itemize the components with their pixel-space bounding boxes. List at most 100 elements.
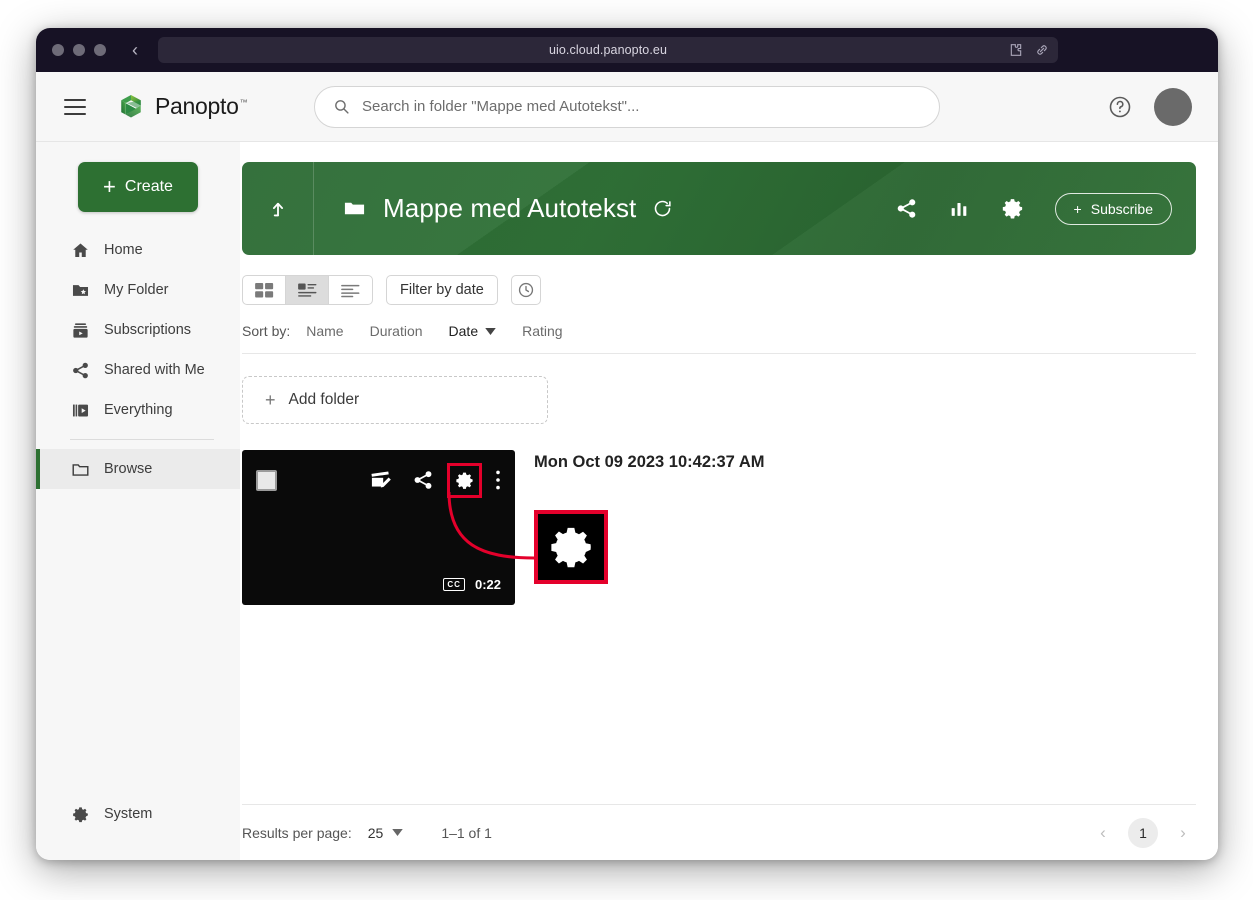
results-per-page-select[interactable]: 25 (368, 825, 404, 841)
bar-chart-icon[interactable] (948, 198, 970, 220)
more-options-icon[interactable] (495, 469, 501, 491)
results-per-page-label: Results per page: (242, 824, 352, 841)
plus-icon: + (1073, 200, 1082, 217)
add-folder-label: Add folder (288, 391, 360, 408)
search-box[interactable] (314, 85, 940, 128)
video-duration: 0:22 (474, 577, 501, 592)
sidebar-item-everything[interactable]: Everything (36, 390, 240, 430)
plus-icon: + (103, 174, 116, 199)
sort-bar: Sort by: Name Duration Date Rating (242, 323, 1196, 354)
folder-star-icon (70, 281, 90, 300)
closed-captions-badge: CC (443, 578, 465, 591)
video-select-checkbox[interactable] (256, 470, 277, 491)
help-circle-icon[interactable] (1108, 95, 1132, 119)
create-button-label: Create (124, 178, 173, 195)
page-number-1[interactable]: 1 (1128, 817, 1158, 848)
plus-icon: + (265, 390, 276, 410)
filter-by-date-label: Filter by date (400, 282, 484, 298)
panopto-wordmark: Panopto™ (155, 93, 248, 119)
create-button[interactable]: + Create (78, 162, 198, 212)
maximize-window-button[interactable] (94, 44, 106, 56)
results-range: 1–1 of 1 (441, 824, 492, 841)
sort-option-rating[interactable]: Rating (522, 323, 562, 339)
home-icon (70, 241, 90, 260)
chevron-down-icon (392, 829, 404, 836)
back-button[interactable]: ‹ (126, 41, 144, 59)
filter-by-date-button[interactable]: Filter by date (386, 275, 498, 305)
sidebar-item-home[interactable]: Home (36, 230, 240, 270)
sort-by-label: Sort by: (242, 323, 291, 339)
edit-video-icon[interactable] (370, 470, 392, 490)
thumbnail-list-view-button[interactable] (286, 276, 329, 304)
minimize-window-button[interactable] (73, 44, 85, 56)
video-thumbnail[interactable]: CC 0:22 (242, 450, 515, 605)
panopto-logo[interactable]: Panopto™ (116, 92, 248, 122)
video-action-bar (370, 462, 501, 498)
add-folder-button[interactable]: + Add folder (242, 376, 548, 424)
app-header: Panopto™ (36, 72, 1218, 142)
refresh-icon[interactable] (652, 198, 673, 219)
subscribe-button[interactable]: + Subscribe (1054, 192, 1172, 225)
pager: ‹ 1 › (1090, 817, 1196, 848)
url-text: uio.cloud.panopto.eu (548, 43, 668, 57)
link-icon[interactable] (1034, 42, 1050, 58)
zoomed-gear-callout (534, 510, 608, 584)
sort-option-duration[interactable]: Duration (370, 323, 423, 339)
panopto-mark-icon (116, 92, 146, 122)
puzzle-piece-icon[interactable] (1008, 42, 1024, 58)
main-content: Mappe med Autotekst + Subscribe Filter b… (240, 142, 1218, 860)
sidebar-divider (70, 439, 214, 440)
clock-icon (517, 281, 535, 299)
sidebar-item-label: System (104, 806, 153, 822)
previous-page-button[interactable]: ‹ (1090, 820, 1116, 846)
gear-icon (70, 805, 90, 824)
share-icon (70, 361, 90, 380)
compact-list-view-button[interactable] (329, 276, 372, 304)
window-controls[interactable] (52, 44, 106, 56)
sidebar-item-label: Shared with Me (104, 362, 205, 378)
sidebar-item-browse[interactable]: Browse (36, 449, 240, 489)
everything-icon (70, 401, 90, 420)
sidebar-nav: Home My Folder Subscriptions Shared with… (36, 230, 240, 489)
video-settings-gear-icon[interactable] (447, 462, 482, 498)
search-input[interactable] (362, 98, 921, 115)
subscribe-label: Subscribe (1090, 200, 1153, 217)
gear-icon (546, 522, 596, 572)
parent-folder-button[interactable] (242, 162, 314, 255)
share-icon[interactable] (895, 197, 918, 220)
sidebar: + Create Home My Folder Subscriptions Sh… (36, 142, 240, 860)
sidebar-item-my-folder[interactable]: My Folder (36, 270, 240, 310)
trademark-mark: ™ (239, 98, 248, 108)
sidebar-item-label: Home (104, 242, 143, 258)
view-mode-group (242, 275, 373, 305)
sort-option-name[interactable]: Name (306, 323, 343, 339)
subscriptions-icon (70, 321, 90, 340)
folder-header: Mappe med Autotekst + Subscribe (242, 162, 1196, 255)
video-list-item: CC 0:22 Mon Oct 09 2023 10:42:37 AM (242, 450, 1196, 605)
sidebar-footer: System (36, 794, 240, 860)
sidebar-item-label: Browse (104, 461, 153, 477)
arrow-up-icon (267, 198, 289, 220)
sidebar-item-system[interactable]: System (36, 794, 240, 834)
sort-option-date[interactable]: Date (449, 323, 497, 339)
grid-view-button[interactable] (243, 276, 286, 304)
sidebar-item-label: Everything (104, 402, 173, 418)
sidebar-item-label: Subscriptions (104, 322, 192, 338)
folder-title: Mappe med Autotekst (383, 193, 637, 223)
share-icon[interactable] (412, 469, 434, 491)
sidebar-item-shared-with-me[interactable]: Shared with Me (36, 350, 240, 390)
next-page-button[interactable]: › (1170, 820, 1196, 846)
hamburger-menu-icon[interactable] (64, 98, 86, 115)
app-body: + Create Home My Folder Subscriptions Sh… (36, 142, 1218, 860)
close-window-button[interactable] (52, 44, 64, 56)
user-avatar[interactable] (1154, 87, 1192, 126)
pagination-footer: Results per page: 25 1–1 of 1 ‹ 1 › (242, 804, 1196, 860)
sidebar-item-subscriptions[interactable]: Subscriptions (36, 310, 240, 350)
sidebar-item-label: My Folder (104, 282, 169, 298)
url-bar[interactable]: uio.cloud.panopto.eu (158, 37, 1058, 63)
browser-titlebar: ‹ uio.cloud.panopto.eu (36, 28, 1218, 72)
video-meta: CC 0:22 (443, 577, 501, 592)
recent-activity-button[interactable] (510, 275, 541, 305)
gear-icon[interactable] (1000, 196, 1025, 221)
search-container (314, 85, 940, 128)
